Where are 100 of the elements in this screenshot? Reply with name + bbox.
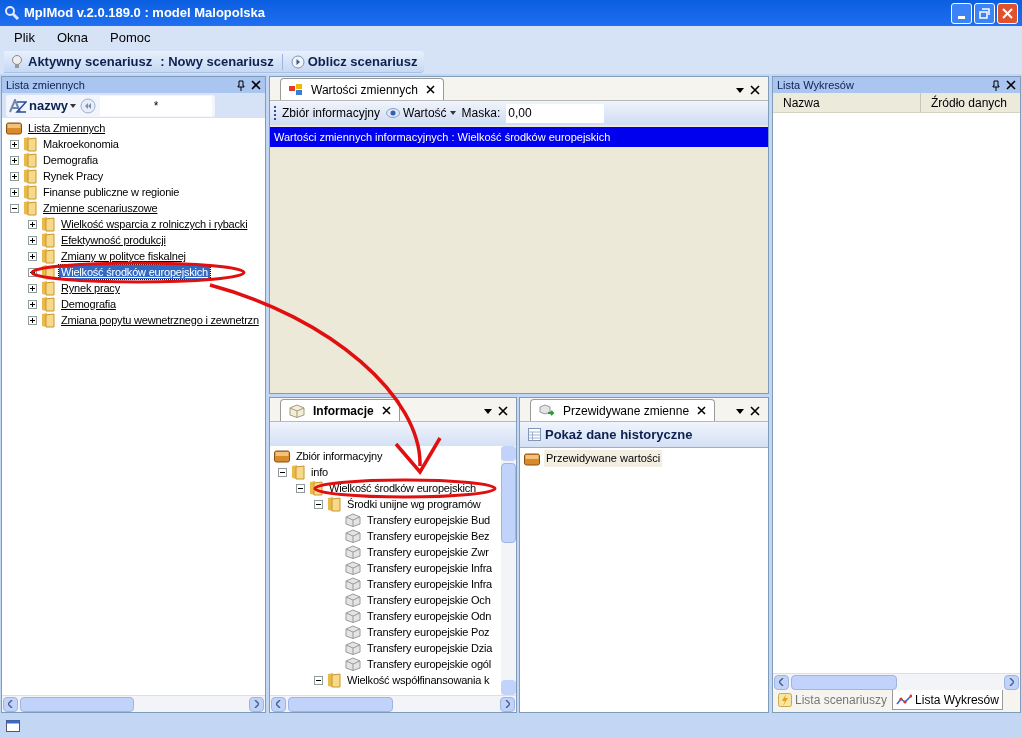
menu-item[interactable]: Plik [6,28,43,48]
close-icon[interactable] [381,406,391,415]
document-tab[interactable]: Informacje [280,399,400,421]
close-icon[interactable] [425,85,435,94]
expander-toggle[interactable] [296,483,305,493]
filter-field[interactable]: * [100,95,212,116]
vertical-scrollbar[interactable] [501,446,516,695]
tree-item[interactable]: Efektywność produkcji [59,233,168,247]
tree-item[interactable]: Makroekonomia [41,137,121,151]
mask-field[interactable]: 0,00 [506,103,605,123]
sort-button[interactable]: nazwy [9,95,76,116]
tree-item[interactable]: Zbiór informacyjny [294,449,385,463]
close-icon[interactable] [750,85,760,95]
expander-toggle[interactable] [278,467,287,477]
folder-icon [41,312,55,328]
tree-item[interactable]: Wielkość współfinansowania k [345,673,492,687]
column-header[interactable]: Nazwa [773,93,921,112]
expander-toggle[interactable] [28,315,37,325]
expander-toggle[interactable] [28,267,37,277]
dropdown-icon[interactable] [484,408,492,414]
dropdown-icon[interactable] [736,87,744,93]
document-tab[interactable]: Przewidywane zmienne [530,399,716,421]
tree-item[interactable]: Wielkość wsparcia z rolniczych i rybacki [59,217,250,231]
folder-icon [41,232,55,248]
tree-item[interactable]: Wielkość środków europejskich [59,265,211,279]
rewind-icon[interactable] [80,97,96,114]
tree-item[interactable]: Rynek Pracy [41,169,106,183]
tree-item[interactable]: Lista Zmiennych [26,121,108,135]
expander-toggle[interactable] [10,171,19,181]
lightbulb-icon [10,54,24,69]
drawer-icon [524,451,540,466]
cubes-arrow-icon [539,403,555,418]
run-scenario-button[interactable]: Oblicz scenariusz [290,51,418,72]
expander-toggle[interactable] [28,283,37,293]
tree-item[interactable]: Demografia [41,153,100,167]
menu-item[interactable]: Pomoc [102,28,159,48]
expander-toggle[interactable] [314,675,323,685]
tree-item[interactable]: Transfery europejskie Och [365,593,493,607]
folder-icon [23,136,37,152]
folder-icon [23,184,37,200]
folder-icon [23,152,37,168]
expander-toggle[interactable] [10,155,19,165]
tree-item[interactable]: info [309,465,330,479]
tree-item[interactable]: Środki unijne wg programów [345,497,483,511]
expander-toggle[interactable] [28,299,37,309]
horizontal-scrollbar[interactable] [2,695,265,712]
column-header[interactable]: Źródło danych [921,93,1020,112]
close-icon[interactable] [498,406,508,416]
close-icon[interactable] [697,406,707,415]
close-icon[interactable] [750,406,760,416]
folder-icon [41,280,55,296]
forecast-item[interactable]: Przewidywane wartości [544,450,663,467]
tree-item[interactable]: Transfery europejskie Infra [365,561,495,575]
minimize-button[interactable] [951,2,972,24]
tree-item[interactable]: Transfery europejskie Infra [365,577,495,591]
panel-tab[interactable]: Lista Wykresów [892,690,1003,710]
panel-tab[interactable]: Lista scenariuszy [775,690,891,710]
tree-item[interactable]: Zmiana popytu wewnetrznego i zewnetrzn [59,313,261,327]
dropdown-icon[interactable] [736,408,744,414]
tree-item[interactable]: Transfery europejskie Bez [365,529,492,543]
close-button[interactable] [997,2,1018,24]
tree-item[interactable]: Transfery europejskie Zwr [365,545,491,559]
expander-toggle[interactable] [10,203,19,213]
expander-toggle[interactable] [28,235,37,245]
close-icon[interactable] [251,80,261,90]
horizontal-scrollbar[interactable] [270,695,516,712]
folder-icon [23,168,37,184]
maximize-button[interactable] [974,2,995,24]
tree-item[interactable]: Transfery europejskie Odn [365,609,494,623]
menu-item[interactable]: Okna [48,28,97,48]
expander-toggle[interactable] [10,139,19,149]
sort-icon [9,98,27,113]
tree-item[interactable]: Transfery europejskie Poz [365,625,492,639]
minimize-icon [958,15,965,19]
scroll-thumb[interactable] [791,674,897,690]
expander-toggle[interactable] [10,187,19,197]
cube-icon [345,593,361,607]
dropdown-icon [449,111,456,115]
line-chart-icon [896,693,913,706]
pin-icon[interactable] [237,79,245,91]
tree-item[interactable]: Transfery europejskie ogól [365,657,493,671]
pin-icon[interactable] [992,79,1000,91]
tree-item[interactable]: Zmienne scenariuszowe [41,201,160,215]
document-tab[interactable]: Wartości zmiennych [280,78,444,100]
cube-icon [345,561,361,575]
expander-toggle[interactable] [28,219,37,229]
tree-item[interactable]: Rynek pracy [59,281,122,295]
scroll-thumb[interactable] [288,696,393,712]
tree-item[interactable]: Demografia [59,297,118,311]
tree-item[interactable]: Transfery europejskie Bud [365,513,492,527]
expander-toggle[interactable] [28,251,37,261]
close-icon[interactable] [1006,80,1016,90]
scroll-thumb[interactable] [20,696,134,712]
view-button[interactable]: Wartość [386,104,456,122]
tree-item[interactable]: Finanse publiczne w regionie [41,185,182,199]
tree-item[interactable]: Transfery europejskie Dzia [365,641,495,655]
tree-item[interactable]: Zmiany w polityce fiskalnej [59,249,188,263]
folder-icon [309,480,323,496]
expander-toggle[interactable] [314,499,323,509]
horizontal-scrollbar[interactable] [773,673,1020,690]
